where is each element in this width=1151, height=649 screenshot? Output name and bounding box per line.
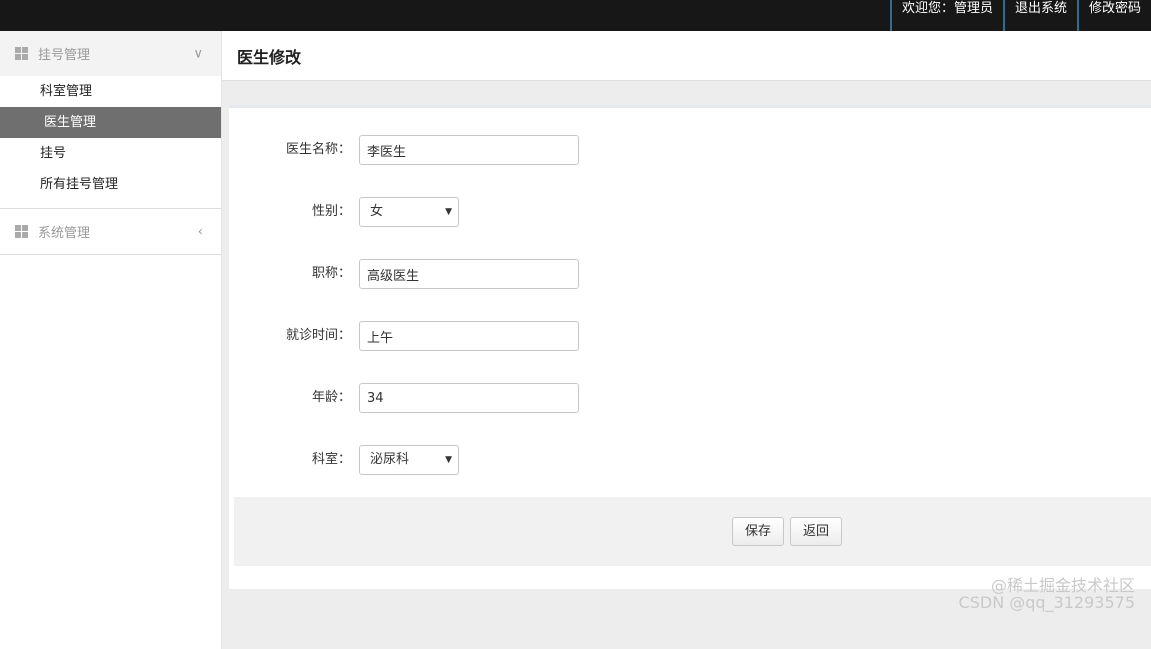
change-password-link[interactable]: 修改密码 — [1076, 0, 1151, 31]
department-label: 科室： — [311, 452, 351, 467]
sidebar-item-register[interactable]: 挂号 — [0, 138, 221, 169]
page-title: 医生修改 — [237, 47, 302, 67]
menu-system[interactable]: 系统管理 ‹ — [0, 209, 221, 254]
watermark-line-2: CSDN @qq_31293575 — [958, 593, 1135, 612]
form-row-department: 科室： 泌尿科 ▼ — [229, 445, 1151, 475]
doctor-name-input[interactable] — [359, 135, 579, 165]
page-header: 医生修改 — [222, 31, 1151, 81]
form-row-name: 医生名称： — [229, 135, 1151, 165]
watermark: @稀土掘金技术社区 CSDN @qq_31293575 — [959, 577, 1135, 611]
sidebar-item-department[interactable]: 科室管理 — [0, 76, 221, 107]
name-label: 医生名称： — [285, 142, 351, 157]
form-row-title: 职称： — [229, 259, 1151, 289]
gender-selected-value: 女 — [370, 204, 384, 219]
title-input[interactable] — [359, 259, 579, 289]
age-input[interactable] — [359, 383, 579, 413]
save-button[interactable]: 保存 — [732, 517, 785, 546]
grid-icon — [15, 225, 28, 238]
department-select[interactable]: 泌尿科 ▼ — [359, 445, 459, 475]
back-button[interactable]: 返回 — [790, 517, 843, 546]
chevron-left-icon: ‹ — [197, 224, 203, 239]
consult-time-input[interactable] — [359, 321, 579, 351]
department-selected-value: 泌尿科 — [370, 452, 410, 467]
gender-select[interactable]: 女 ▼ — [359, 197, 459, 227]
form-row-age: 年龄： — [229, 383, 1151, 413]
system-section: 系统管理 ‹ — [0, 209, 221, 255]
sidebar-item-all-registrations[interactable]: 所有挂号管理 — [0, 169, 221, 200]
sidebar-item-doctor[interactable]: 医生管理 — [0, 107, 221, 138]
title-label: 职称： — [311, 266, 351, 281]
top-links: 欢迎您：管理员 退出系统 修改密码 — [889, 0, 1151, 31]
menu-registration-label: 挂号管理 — [38, 48, 91, 63]
caret-down-icon: ▼ — [445, 207, 452, 217]
registration-submenu: 科室管理 医生管理 挂号 所有挂号管理 — [0, 76, 221, 209]
chevron-down-icon: ∨ — [193, 46, 203, 61]
watermark-line-1: @稀土掘金技术社区 — [990, 576, 1135, 595]
form-row-time: 就诊时间： — [229, 321, 1151, 351]
gender-label: 性别： — [311, 204, 351, 219]
logout-link[interactable]: 退出系统 — [1002, 0, 1077, 31]
age-label: 年龄： — [311, 390, 351, 405]
button-bar: 保存 返回 — [234, 497, 1151, 566]
sidebar: 挂号管理 ∨ 科室管理 医生管理 挂号 所有挂号管理 系统管理 ‹ — [0, 31, 222, 649]
grid-icon — [15, 47, 28, 60]
welcome-user: 欢迎您：管理员 — [889, 0, 1003, 31]
menu-registration[interactable]: 挂号管理 ∨ — [0, 31, 221, 76]
top-bar: 欢迎您：管理员 退出系统 修改密码 — [0, 0, 1151, 31]
edit-doctor-panel: 医生名称： 性别： 女 ▼ 职称： 就诊时间： 年龄： 科室： 泌尿科 ▼ — [229, 105, 1151, 589]
main-content: 医生修改 医生名称： 性别： 女 ▼ 职称： 就诊时间： 年龄： 科室： — [222, 31, 1151, 649]
caret-down-icon: ▼ — [445, 455, 452, 465]
form-row-gender: 性别： 女 ▼ — [229, 197, 1151, 227]
menu-system-label: 系统管理 — [38, 226, 91, 241]
time-label: 就诊时间： — [285, 328, 351, 343]
